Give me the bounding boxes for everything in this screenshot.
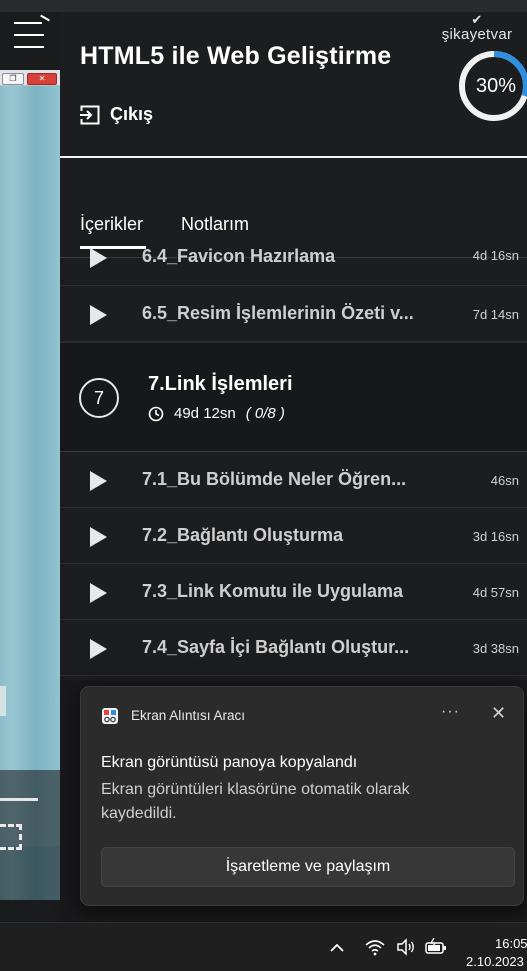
exit-label: Çıkış <box>110 104 154 124</box>
lesson-duration: 3d 16sn <box>472 529 519 544</box>
play-icon <box>90 471 107 491</box>
tab-notes[interactable]: Notlarım <box>181 214 249 235</box>
section-progress: ( 0/8 ) <box>245 405 285 422</box>
section-meta: 49d 12sn ( 0/8 ) <box>148 405 285 422</box>
section-duration: 49d 12sn <box>174 405 236 422</box>
restore-icon[interactable]: ❐ <box>2 73 24 85</box>
lesson-duration: 3d 38sn <box>472 641 519 656</box>
close-icon[interactable]: ✕ <box>27 73 57 85</box>
play-icon <box>90 248 107 268</box>
lesson-row[interactable]: 7.2_Bağlantı Oluşturma 3d 16sn <box>60 508 527 564</box>
video-edge-highlight <box>0 686 6 716</box>
lesson-row[interactable]: 7.3_Link Komutu ile Uygulama 4d 57sn <box>60 564 527 620</box>
play-icon <box>90 639 107 659</box>
chevron-up-icon[interactable] <box>330 943 344 953</box>
system-clock[interactable]: 16:05 2.10.2023 <box>462 935 527 971</box>
lesson-title: 6.5_Resim İşlemlerinin Özeti v... <box>142 303 414 323</box>
course-title: HTML5 ile Web Geliştirme <box>80 42 392 70</box>
wifi-icon[interactable] <box>365 938 385 956</box>
lesson-row[interactable]: 6.4_Favicon Hazırlama 4d 16sn <box>60 246 527 286</box>
clock-icon <box>148 406 164 421</box>
video-progress-bar[interactable] <box>0 798 38 801</box>
taskbar: 16:05 2.10.2023 <box>0 922 527 971</box>
close-icon[interactable]: ✕ <box>491 703 506 724</box>
lesson-row[interactable]: 6.5_Resim İşlemlerinin Özeti v... 7d 14s… <box>60 286 527 342</box>
tab-contents[interactable]: İçerikler <box>80 214 147 249</box>
volume-icon[interactable] <box>396 938 416 956</box>
snipping-tool-icon <box>102 708 118 724</box>
exit-icon <box>80 105 100 124</box>
progress-percent: 30% <box>475 75 517 97</box>
markup-and-share-button[interactable]: İşaretleme ve paylaşım <box>101 847 515 887</box>
play-icon <box>90 305 107 325</box>
battery-icon[interactable] <box>424 938 448 956</box>
lesson-duration: 46sn <box>490 473 519 488</box>
top-strip <box>0 0 527 12</box>
notification-app-name: Ekran Alıntısı Aracı <box>131 708 246 723</box>
lesson-title: 6.4_Favicon Hazırlama <box>142 246 336 266</box>
course-header: HTML5 ile Web Geliştirme Çıkış ✔ şikayet… <box>60 12 527 158</box>
lesson-row[interactable]: 7.4_Sayfa İçi Bağlantı Oluştur... 3d 38s… <box>60 620 527 676</box>
notification-title: Ekran görüntüsü panoya kopyalandı <box>101 754 358 771</box>
lesson-duration: 7d 14sn <box>472 307 519 322</box>
play-icon <box>90 583 107 603</box>
lesson-title: 7.2_Bağlantı Oluşturma <box>142 525 344 545</box>
lesson-title: 7.3_Link Komutu ile Uygulama <box>142 581 404 601</box>
tab-bar: İçerikler Notlarım <box>60 158 527 258</box>
brand-name: şikayetvar <box>441 26 513 43</box>
notification-body: Ekran görüntüleri klasörüne otomatik ola… <box>101 781 410 822</box>
lesson-list: 6.4_Favicon Hazırlama 4d 16sn 6.5_Resim … <box>60 246 527 676</box>
snipping-tool-notification[interactable]: Ekran Alıntısı Aracı ··· ✕ Ekran görüntü… <box>80 686 524 906</box>
section-number: 7 <box>79 378 119 418</box>
more-options-icon[interactable]: ··· <box>441 703 460 721</box>
section-title: 7.Link İşlemleri <box>148 373 293 395</box>
clock-time: 16:05 <box>495 936 527 951</box>
fullscreen-icon[interactable] <box>0 824 22 850</box>
lesson-duration: 4d 57sn <box>472 585 519 600</box>
hamburger-icon[interactable] <box>0 12 60 64</box>
clock-date: 2.10.2023 <box>466 954 524 969</box>
brand-mark-icon: ✔ <box>471 12 483 27</box>
video-overlay <box>0 86 60 846</box>
lesson-duration: 4d 16sn <box>472 248 519 263</box>
lesson-title: 7.1_Bu Bölümde Neler Öğren... <box>142 469 407 489</box>
lesson-title: 7.4_Sayfa İçi Bağlantı Oluştur... <box>142 637 410 657</box>
play-icon <box>90 527 107 547</box>
video-area[interactable]: ❐ ✕ <box>0 12 60 922</box>
brand-logo[interactable]: ✔ şikayetvar <box>432 12 522 43</box>
lesson-row[interactable]: 7.1_Bu Bölümde Neler Öğren... 46sn <box>60 452 527 508</box>
section-header[interactable]: 7 7.Link İşlemleri 49d 12sn ( 0/8 ) <box>60 342 527 452</box>
exit-button[interactable]: Çıkış <box>80 104 153 125</box>
